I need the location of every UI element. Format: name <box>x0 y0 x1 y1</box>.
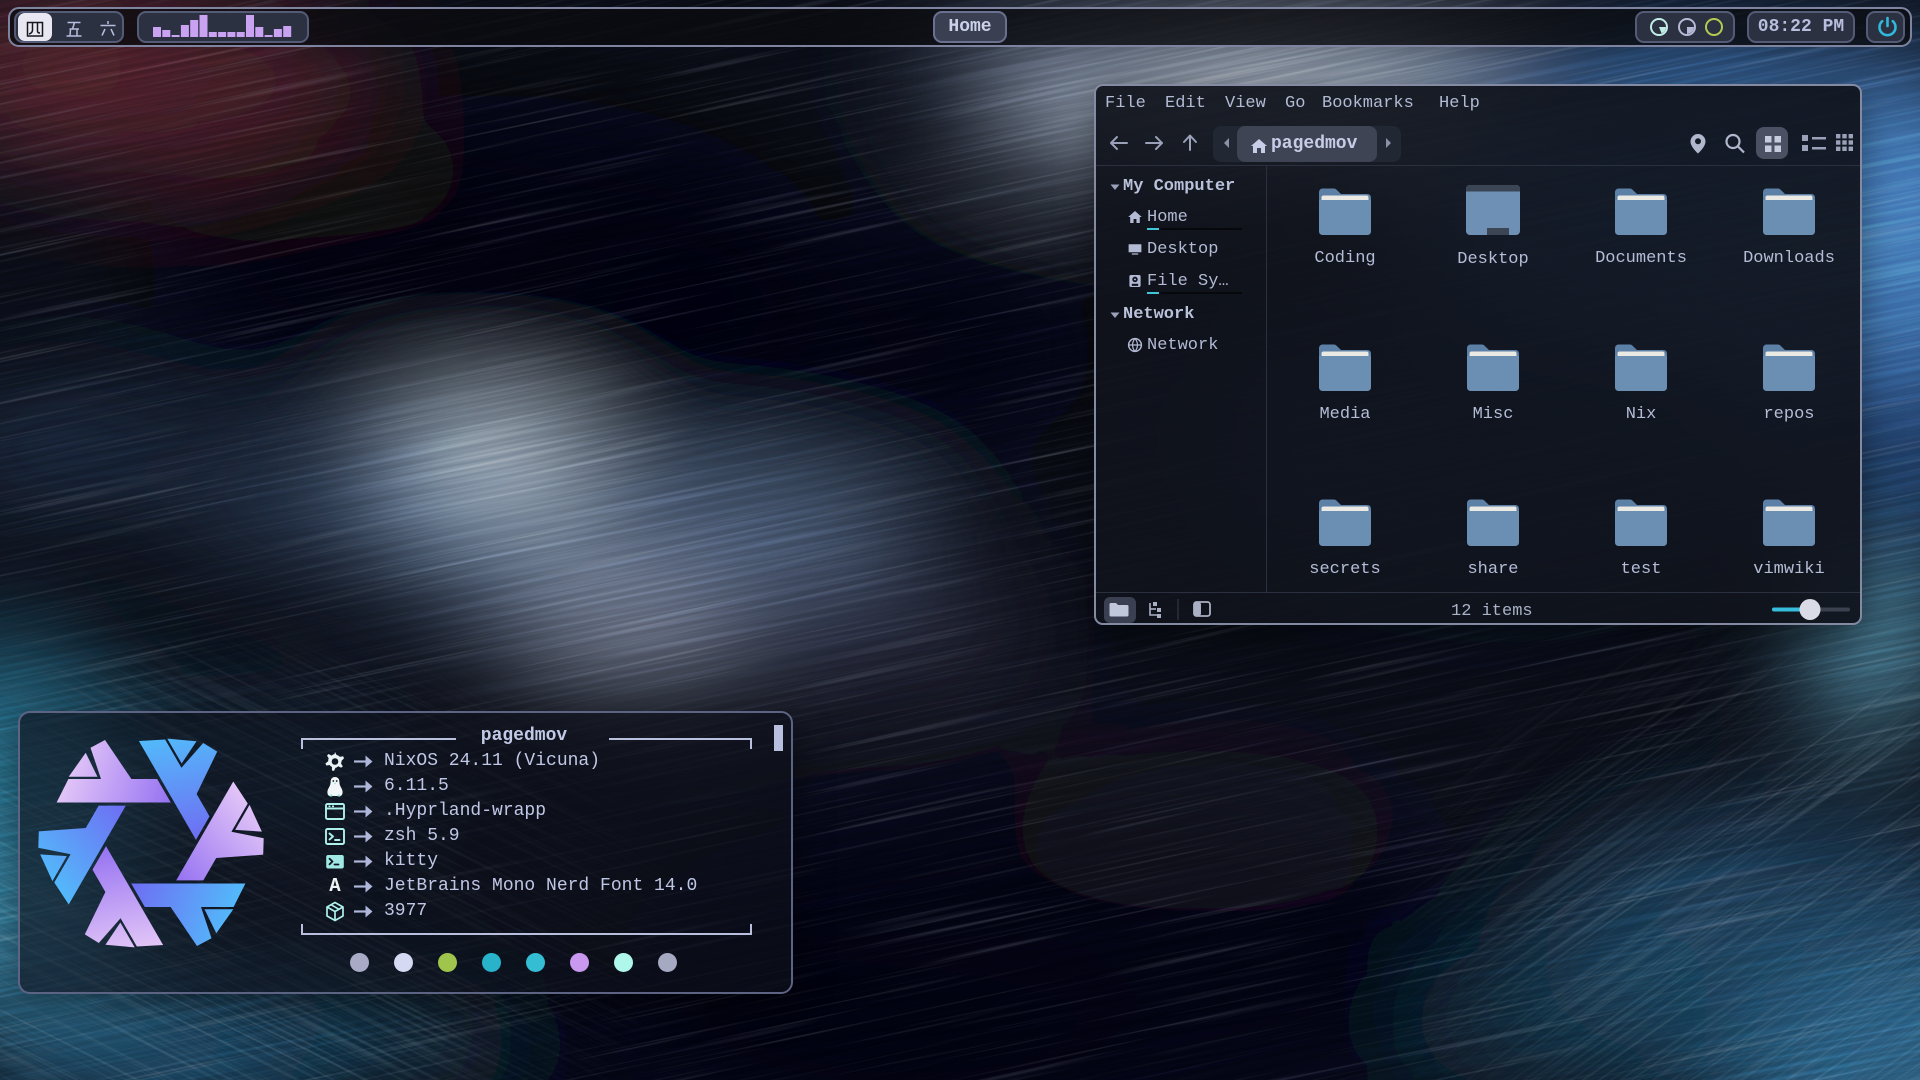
svg-text:12 items: 12 items <box>1451 602 1533 621</box>
